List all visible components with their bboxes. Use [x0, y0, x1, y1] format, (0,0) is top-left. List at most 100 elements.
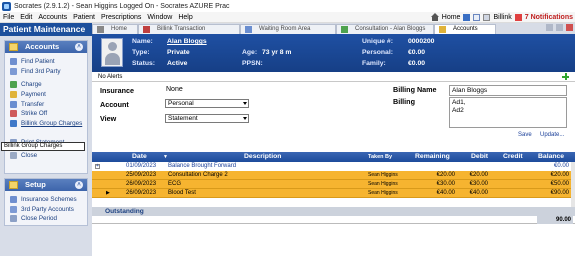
billink-group-icon — [10, 119, 17, 127]
sidebar-item-find-3rd-party[interactable]: Find 3rd Party — [5, 67, 87, 77]
dropdown-arrow-icon — [243, 117, 247, 120]
patient-family-balance: €0.00 — [408, 60, 426, 67]
waiting-room-icon — [245, 26, 252, 33]
sidebar-item-billink-group-charges[interactable]: Billink Group Charges — [5, 119, 87, 129]
accounts-icon — [439, 26, 446, 33]
save-link[interactable]: Save — [518, 132, 532, 138]
patient-personal-balance: €0.00 — [408, 49, 426, 56]
patient-type: Private — [167, 49, 190, 56]
row-debit: €40.00 — [469, 190, 488, 196]
billink-button[interactable]: Billink — [493, 14, 511, 21]
account-select[interactable]: Personal — [165, 99, 249, 108]
close-icon[interactable] — [566, 24, 573, 31]
table-row[interactable]: + 01/09/2023 Balance Brought Forward €0.… — [92, 162, 575, 171]
sidebar-item-payment[interactable]: Payment — [5, 90, 87, 100]
column-credit[interactable]: Credit — [503, 152, 523, 162]
patient-avatar — [101, 38, 123, 67]
sidebar-item-transfer[interactable]: Transfer — [5, 99, 87, 109]
sidebar-item-close-period[interactable]: Close Period — [5, 214, 87, 224]
maximize-icon[interactable] — [556, 24, 563, 31]
tab-billink-transaction[interactable]: Billink Transaction Management — [138, 24, 240, 41]
vertical-scrollbar[interactable] — [571, 162, 575, 207]
billing-address-field[interactable]: Ad1, Ad2 — [449, 97, 567, 128]
sidebar-item-3rd-party-accounts[interactable]: 3rd Party Accounts — [5, 205, 87, 215]
sidebar-item-charge[interactable]: Charge — [5, 80, 87, 90]
sidebar-item-label: Transfer — [21, 100, 45, 108]
notification-icon[interactable] — [514, 13, 522, 21]
tab-waiting-room[interactable]: Waiting Room Area — [240, 24, 336, 34]
tab-consultation[interactable]: Consultation - Alan Bloggs — [336, 24, 434, 34]
sort-arrow-icon: ▼ — [163, 154, 168, 160]
add-alert-plus-icon[interactable] — [562, 73, 569, 80]
table-row[interactable]: 25/09/2023 Consultation Charge 2 Sean Hi… — [92, 171, 575, 180]
tab-accounts[interactable]: Accounts — [434, 24, 496, 34]
tab-home[interactable]: Home — [92, 24, 138, 34]
view-select[interactable]: Statement — [165, 114, 249, 123]
folder-icon — [9, 181, 18, 189]
menu-bar: File Edit Accounts Patient Prescriptions… — [0, 12, 575, 23]
patient-age: 73 yr 8 m — [262, 49, 292, 56]
row-description: Blood Test — [168, 190, 196, 196]
table-row[interactable]: ▶ 26/09/2023 Blood Test Sean Higgins €40… — [92, 189, 575, 198]
account-label: Account — [100, 100, 129, 109]
patient-header: Name: Alan Bloggs Type: Private Status: … — [92, 34, 575, 72]
menu-accounts[interactable]: Accounts — [35, 14, 70, 21]
sidebar-item-label: Close Period — [21, 215, 58, 223]
insurance-value: None — [166, 86, 183, 93]
table-row[interactable]: 26/09/2023 ECG Sean Higgins €30.00 €30.0… — [92, 180, 575, 189]
setup-panel-header[interactable]: Setup ˄ — [5, 179, 87, 191]
minimize-icon[interactable] — [546, 24, 553, 31]
collapse-chevron-icon[interactable]: ˄ — [75, 181, 83, 189]
menu-window[interactable]: Window — [144, 14, 175, 21]
row-remaining: €30.00 — [436, 181, 455, 187]
collapse-chevron-icon[interactable]: ˄ — [75, 43, 83, 51]
column-debit[interactable]: Debit — [471, 152, 488, 162]
folder-icon — [9, 43, 18, 51]
menu-prescriptions[interactable]: Prescriptions — [98, 14, 144, 21]
row-taken-by: Sean Higgins — [368, 190, 398, 196]
home-icon[interactable] — [430, 13, 439, 21]
notifications-link[interactable]: 7 Notifications — [525, 14, 573, 21]
menu-edit[interactable]: Edit — [17, 14, 35, 21]
expand-row-icon[interactable]: + — [95, 164, 100, 169]
column-balance[interactable]: Balance — [538, 152, 564, 162]
row-balance: €90.00 — [550, 190, 569, 196]
menu-patient[interactable]: Patient — [70, 14, 98, 21]
sidebar-item-label: Strike Off — [21, 110, 48, 118]
row-description: ECG — [168, 181, 182, 187]
setup-panel-title: Setup — [25, 180, 46, 189]
row-balance: €0.00 — [553, 163, 569, 169]
row-description: Balance Brought Forward — [168, 163, 237, 169]
sidebar-item-close[interactable]: Close — [5, 151, 87, 161]
sidebar-item-strike-off[interactable]: Strike Off — [5, 109, 87, 119]
current-row-arrow-icon: ▶ — [106, 190, 110, 196]
column-date[interactable]: Date — [132, 152, 147, 162]
update-link[interactable]: Update... — [540, 132, 564, 138]
billing-address-line: Ad2 — [452, 107, 464, 114]
tab-controls — [546, 24, 573, 31]
column-remaining[interactable]: Remaining — [415, 152, 450, 162]
menu-file[interactable]: File — [0, 14, 17, 21]
keyboard-icon[interactable] — [483, 13, 491, 21]
alerts-text: No Alerts — [98, 74, 123, 80]
sidebar-item-label: Billink Group Charges — [21, 119, 83, 127]
screen-icon[interactable] — [473, 13, 481, 21]
accounts-panel-header[interactable]: Accounts ˄ — [5, 41, 87, 53]
status-label: Status: — [132, 60, 156, 67]
home-button[interactable]: Home — [442, 14, 461, 21]
find-3rd-party-icon — [10, 67, 17, 75]
row-date: 25/09/2023 — [126, 172, 157, 178]
sidebar-item-find-patient[interactable]: Find Patient — [5, 57, 87, 67]
sidebar-item-insurance-schemes[interactable]: Insurance Schemes — [5, 195, 87, 205]
sidebar-item-label: Charge — [21, 81, 42, 89]
sidebar-item-label: Find 3rd Party — [21, 67, 61, 75]
billing-name-field[interactable]: Alan Bloggs — [449, 85, 567, 96]
patient-name[interactable]: Alan Bloggs — [167, 38, 207, 45]
column-taken-by[interactable]: Taken By — [368, 152, 392, 162]
tab-label: Consultation - Alan Bloggs — [355, 26, 426, 32]
menu-help[interactable]: Help — [175, 14, 195, 21]
column-description[interactable]: Description — [244, 152, 281, 162]
row-date: 01/09/2023 — [126, 163, 157, 169]
outstanding-total: 90.00 — [537, 216, 573, 224]
window-icon[interactable] — [463, 13, 471, 21]
